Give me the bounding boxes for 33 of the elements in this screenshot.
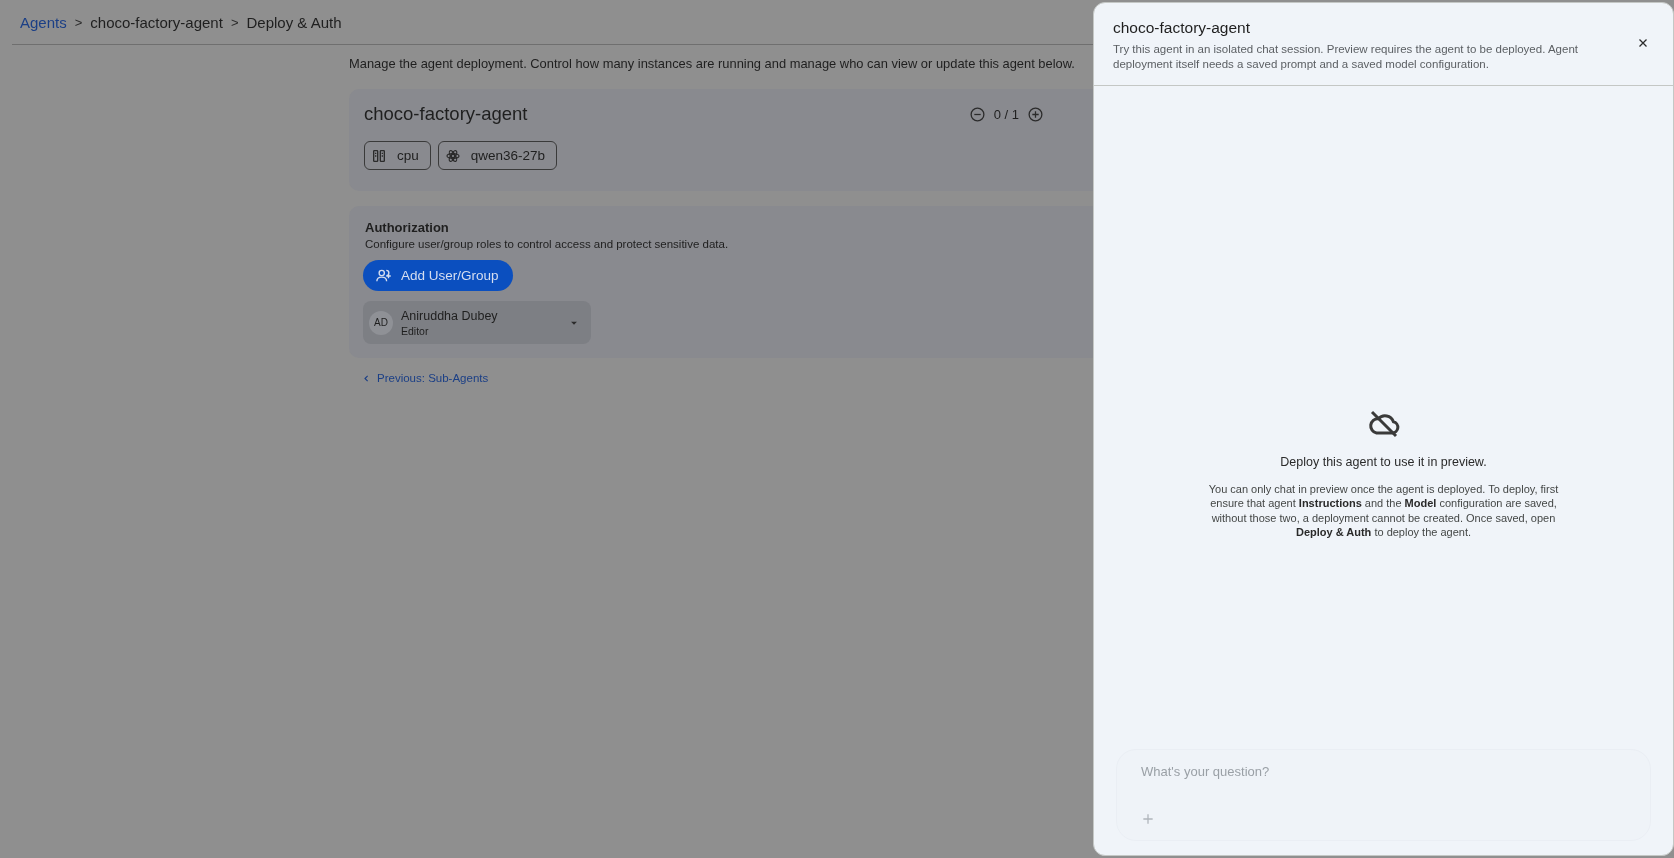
breadcrumb-separator: > [230,14,239,30]
breadcrumb-link[interactable]: Agents [20,13,67,31]
instance-count: 0 / 1 [993,106,1019,122]
chat-input-field[interactable]: What's your question? [1141,764,1626,779]
section-title: Authorization [365,220,449,235]
member-avatar: AD [369,310,393,335]
empty-state-title: Deploy this agent to use it in preview. [1280,454,1487,469]
member-name: Aniruddha Dubey [401,308,499,323]
plus-circle-icon [1027,105,1044,123]
previous-link[interactable]: Previous: Sub-Agents [362,372,489,384]
section-description: Configure user/group roles to control access and protect sensitive data. [365,238,729,250]
decrease-button[interactable] [968,105,986,123]
breadcrumb-item: Deploy & Auth [246,13,342,31]
minus-circle-icon [968,105,986,123]
plus-icon [1141,812,1155,826]
chevron-left-icon [362,373,371,383]
breadcrumb-item: choco-factory-agent [90,13,223,31]
server-icon [371,147,387,164]
panel-title: choco-factory-agent [1113,19,1251,37]
close-button[interactable] [1637,37,1649,49]
increase-button[interactable] [1027,105,1044,123]
empty-state-message: You can only chat in preview once the agent is deployed. To deploy, first ensure that agent Instructions and the Model configuration are saved, without those two, a deployment cannot be created. Once saved, open Deploy & Auth to deploy the agent. [1207,481,1560,540]
close-icon [1637,37,1649,49]
agent-name: choco-factory-agent [364,103,529,125]
page-description: Manage the agent deployment. Control how many instances are running and manage who can view or update this agent below. [349,56,1075,71]
member-row[interactable]: AD Aniruddha Dubey Editor [363,301,591,344]
member-role: Editor [401,324,430,337]
chip-label: qwen36-27b [470,148,546,163]
add-user-group-button[interactable]: Add User/Group [363,260,513,291]
chip-label: cpu [397,148,419,163]
panel-description: Try this agent in an isolated chat session. Preview requires the agent to be deployed. Agent deployment itself needs a saved prompt and a saved model configuration. [1113,42,1579,71]
breadcrumb-separator: > [74,14,83,30]
atom-icon [444,147,461,164]
